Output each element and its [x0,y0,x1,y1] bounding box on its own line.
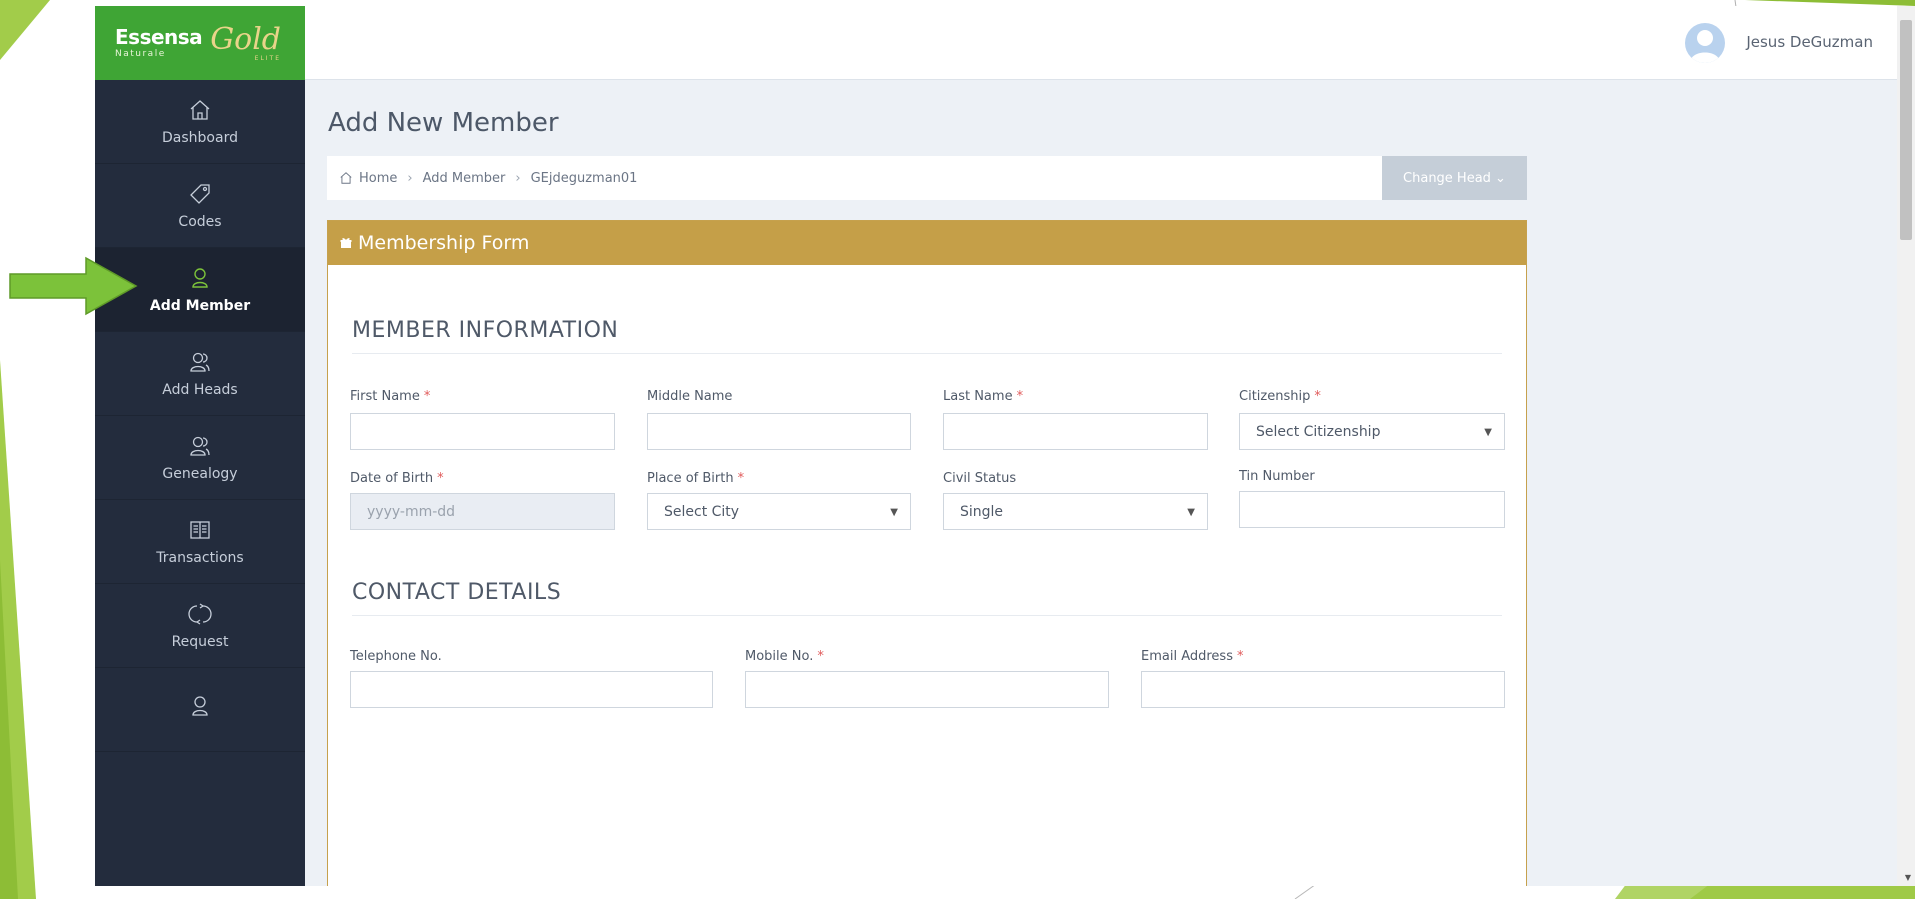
logo-wordmark: Essensa Naturale [115,25,203,59]
date-of-birth-label: Date of Birth * [350,471,444,486]
sidebar-item-add-heads[interactable]: Add Heads [95,332,305,416]
first-name-input[interactable] [350,413,615,450]
book-icon [190,520,210,539]
date-of-birth-placeholder: yyyy-mm-dd [367,503,456,520]
civil-status-select[interactable]: Single ▼ [943,493,1208,530]
tag-icon [190,183,210,204]
logo-gold: Gold [210,21,282,57]
mobile-input[interactable] [745,671,1109,708]
card-header: Membership Form [328,221,1526,265]
breadcrumb-section[interactable]: Add Member [423,171,506,186]
home-icon [190,99,210,120]
scrollbar[interactable]: ▼ [1897,6,1915,886]
sidebar-item-request[interactable]: Request [95,584,305,668]
sidebar-item-label: Codes [178,213,222,230]
citizenship-label: Citizenship * [1239,389,1321,404]
users-icon [190,436,210,456]
last-name-input[interactable] [943,413,1208,450]
sidebar-item-transactions[interactable]: Transactions [95,500,305,584]
place-of-birth-selected-value: Select City [664,503,740,520]
users-icon [190,352,210,372]
citizenship-selected-value: Select Citizenship [1256,423,1381,440]
dropdown-arrow-icon: ▼ [890,507,898,518]
sidebar-item-label: Request [171,633,229,650]
middle-name-input[interactable] [647,413,911,450]
breadcrumb-current: GEjdeguzman01 [530,170,638,186]
date-of-birth-input[interactable]: yyyy-mm-dd [350,493,615,530]
email-label: Email Address * [1141,649,1244,664]
membership-form-card: Membership Form MEMBER INFORMATION First… [327,220,1527,886]
change-head-button[interactable]: Change Head ⌄ [1382,156,1527,200]
sidebar-item-label: Transactions [156,549,244,566]
logo-gold-block: Gold ELITE [202,21,282,62]
slide-decoration-left [0,0,50,899]
avatar[interactable] [1685,23,1725,63]
top-bar: Jesus DeGuzman [305,6,1915,80]
dropdown-arrow-icon: ▼ [1484,427,1492,438]
sidebar-item-genealogy[interactable]: Genealogy [95,416,305,500]
chevron-right-icon: › [515,170,521,186]
breadcrumb-home[interactable]: Home [359,171,397,186]
citizenship-select[interactable]: Select Citizenship ▼ [1239,413,1505,450]
refresh-icon [188,602,212,625]
user-name[interactable]: Jesus DeGuzman [1746,33,1873,51]
user-icon [192,695,208,716]
civil-status-selected-value: Single [960,503,1004,520]
sidebar-item-codes[interactable]: Codes [95,164,305,248]
logo[interactable]: Essensa Naturale Gold ELITE [95,6,305,80]
sidebar-item-dashboard[interactable]: Dashboard [95,80,305,164]
sidebar-item-label: Add Member [149,297,251,314]
chevron-right-icon: › [407,170,413,186]
last-name-label: Last Name * [943,389,1024,404]
logo-brand: Essensa [115,25,203,49]
sidebar-item-label: Dashboard [162,129,238,146]
tin-number-input[interactable] [1239,491,1505,528]
telephone-label: Telephone No. [350,649,442,664]
section-divider [352,615,1502,616]
user-icon [192,267,208,288]
section-divider [352,353,1502,354]
email-input[interactable] [1141,671,1505,708]
mobile-label: Mobile No. * [745,649,824,664]
member-information-title: MEMBER INFORMATION [352,318,619,343]
contact-details-title: CONTACT DETAILS [352,580,562,605]
logo-sub: Naturale [115,49,166,59]
page-title: Add New Member [328,108,559,138]
app-window: Essensa Naturale Gold ELITE Dashboard Co… [95,6,1915,886]
home-icon [340,172,352,184]
tin-number-label: Tin Number [1239,469,1315,484]
sidebar-item-profile[interactable] [95,668,305,752]
first-name-label: First Name * [350,389,431,404]
scrollbar-thumb[interactable] [1900,20,1912,240]
middle-name-label: Middle Name [647,389,733,404]
place-of-birth-label: Place of Birth * [647,471,745,486]
card-title: Membership Form [358,232,530,254]
telephone-input[interactable] [350,671,713,708]
arrow-right-icon [9,256,138,316]
place-of-birth-select[interactable]: Select City ▼ [647,493,911,530]
user-avatar-icon [1690,30,1720,63]
gift-icon [340,238,352,248]
sidebar: Essensa Naturale Gold ELITE Dashboard Co… [95,6,305,886]
sidebar-item-label: Genealogy [162,465,238,482]
dropdown-arrow-icon: ▼ [1187,507,1195,518]
sidebar-item-label: Add Heads [162,381,238,398]
civil-status-label: Civil Status [943,471,1017,486]
scroll-down-icon[interactable]: ▼ [1905,873,1911,882]
breadcrumb: Home › Add Member › GEjdeguzman01 [327,156,1527,200]
